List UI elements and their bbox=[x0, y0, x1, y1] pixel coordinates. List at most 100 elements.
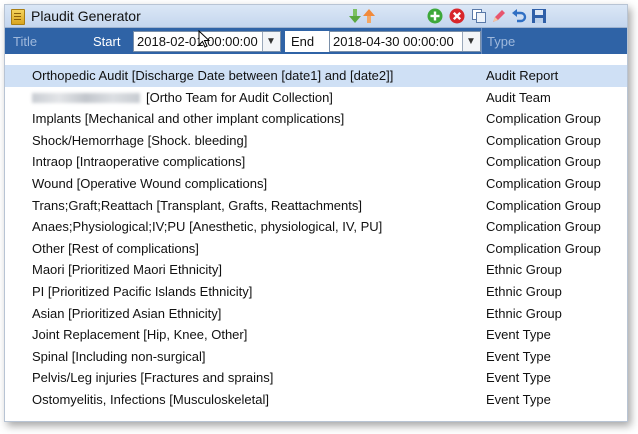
list-item[interactable]: Wound [Operative Wound complications] Com… bbox=[5, 173, 627, 195]
item-name: Anaes;Physiological;IV;PU bbox=[32, 219, 186, 235]
item-name: Pelvis/Leg injuries bbox=[32, 370, 137, 386]
item-type: Ethnic Group bbox=[486, 262, 562, 278]
item-type: Event Type bbox=[486, 370, 551, 386]
item-name: Trans;Graft;Reattach bbox=[32, 197, 153, 213]
item-name: Implants bbox=[32, 111, 82, 127]
window-title: Plaudit Generator bbox=[31, 8, 141, 24]
list-item[interactable]: Joint Replacement [Hip, Knee, Other] Even… bbox=[5, 324, 627, 346]
item-name: Maori bbox=[32, 262, 65, 278]
end-label-area: End bbox=[285, 31, 329, 52]
start-date-dropdown[interactable]: ▼ bbox=[262, 32, 280, 51]
delete-icon[interactable] bbox=[449, 8, 465, 24]
end-date-value[interactable]: 2018-04-30 00:00:00 bbox=[333, 34, 454, 49]
item-description: [Anesthetic, physiological, IV, PU] bbox=[189, 219, 383, 235]
item-description: [Hip, Knee, Other] bbox=[143, 327, 248, 343]
item-title: Orthopedic Audit [Discharge Date between… bbox=[32, 68, 393, 83]
item-description: [Fractures and sprains] bbox=[140, 370, 274, 386]
item-title: Other [Rest of complications] bbox=[32, 241, 199, 256]
item-description: [Transplant, Grafts, Reattachments] bbox=[156, 197, 362, 213]
end-date-dropdown[interactable]: ▼ bbox=[462, 32, 480, 51]
item-type: Event Type bbox=[486, 327, 551, 343]
item-type: Audit Report bbox=[486, 68, 559, 83]
chevron-down-icon: ▼ bbox=[466, 36, 476, 47]
item-title: Implants [Mechanical and other implant c… bbox=[32, 111, 344, 126]
item-description: [Intraoperative complications] bbox=[76, 154, 246, 170]
start-label: Start bbox=[93, 34, 121, 49]
item-title: Pelvis/Leg injuries [Fractures and sprai… bbox=[32, 370, 273, 385]
item-description: [Rest of complications] bbox=[68, 240, 199, 256]
column-divider[interactable] bbox=[481, 28, 482, 54]
item-name: Other bbox=[32, 240, 65, 256]
list-item[interactable]: Orthopedic Audit [Discharge Date between… bbox=[5, 65, 627, 87]
item-name: Spinal bbox=[32, 348, 69, 364]
edit-icon[interactable] bbox=[491, 8, 507, 24]
item-name: Ostomyelitis, Infections bbox=[32, 392, 166, 407]
item-type: Complication Group bbox=[486, 240, 601, 256]
list-item[interactable]: Pelvis/Leg injuries [Fractures and sprai… bbox=[5, 367, 627, 389]
redacted-name bbox=[32, 93, 140, 104]
item-name: Orthopedic Audit bbox=[32, 68, 129, 83]
list-item[interactable]: Shock/Hemorrhage [Shock. bleeding] Compli… bbox=[5, 130, 627, 152]
list-item[interactable]: Other [Rest of complications] Complicatio… bbox=[5, 238, 627, 260]
add-icon[interactable] bbox=[427, 8, 443, 24]
item-title: Ostomyelitis, Infections [Musculoskeleta… bbox=[32, 392, 269, 407]
item-description: [Discharge Date between [date1] and [dat… bbox=[131, 68, 394, 83]
end-label: End bbox=[291, 34, 315, 49]
app-window: Plaudit Generator Title Start 2018-02-01… bbox=[4, 4, 628, 422]
list-item[interactable]: [Ortho Team for Audit Collection] Audit T… bbox=[5, 87, 627, 109]
title-column-header[interactable]: Title bbox=[13, 34, 37, 49]
list-item[interactable]: Asian [Prioritized Asian Ethnicity] Ethni… bbox=[5, 303, 627, 325]
chevron-down-icon: ▼ bbox=[266, 36, 276, 47]
title-bar: Plaudit Generator bbox=[5, 5, 627, 28]
item-description: [Prioritized Pacific Islands Ethnicity] bbox=[47, 284, 253, 299]
list-item[interactable]: Spinal [Including non-surgical] Event Typ… bbox=[5, 346, 627, 368]
list-item[interactable]: Trans;Graft;Reattach [Transplant, Grafts… bbox=[5, 195, 627, 217]
item-name: PI bbox=[32, 284, 45, 299]
item-type: Ethnic Group bbox=[486, 305, 562, 321]
item-type: Complication Group bbox=[486, 132, 601, 148]
item-title: Trans;Graft;Reattach [Transplant, Grafts… bbox=[32, 198, 362, 213]
item-type: Event Type bbox=[486, 348, 551, 364]
list-item[interactable]: Anaes;Physiological;IV;PU [Anesthetic, p… bbox=[5, 216, 627, 238]
item-title: Joint Replacement [Hip, Knee, Other] bbox=[32, 327, 247, 342]
item-title: Intraop [Intraoperative complications] bbox=[32, 154, 245, 169]
item-description: [Mechanical and other implant complicati… bbox=[84, 111, 345, 127]
item-title: Maori [Prioritized Maori Ethnicity] bbox=[32, 262, 222, 277]
item-name: Joint Replacement bbox=[32, 327, 140, 343]
item-name: Shock/Hemorrhage bbox=[32, 132, 144, 148]
item-name: Wound bbox=[32, 176, 73, 191]
item-description: [Shock. bleeding] bbox=[147, 132, 248, 148]
list-item[interactable]: Ostomyelitis, Infections [Musculoskeleta… bbox=[5, 389, 627, 411]
item-description: [Prioritized Maori Ethnicity] bbox=[68, 262, 223, 278]
move-up-icon[interactable] bbox=[361, 8, 377, 24]
list-item[interactable]: PI [Prioritized Pacific Islands Ethnicit… bbox=[5, 281, 627, 303]
item-title: Wound [Operative Wound complications] bbox=[32, 176, 267, 191]
undo-icon[interactable] bbox=[511, 8, 527, 24]
item-title: PI [Prioritized Pacific Islands Ethnicit… bbox=[32, 284, 252, 299]
item-title: Spinal [Including non-surgical] bbox=[32, 349, 205, 364]
item-title: Shock/Hemorrhage [Shock. bleeding] bbox=[32, 133, 247, 148]
end-date-picker[interactable]: 2018-04-30 00:00:00 ▼ bbox=[329, 31, 481, 52]
item-type: Complication Group bbox=[486, 111, 601, 127]
type-column-header[interactable]: Type bbox=[487, 34, 515, 49]
list-item[interactable]: Implants [Mechanical and other implant c… bbox=[5, 108, 627, 130]
item-title: Asian [Prioritized Asian Ethnicity] bbox=[32, 306, 221, 321]
item-description: [Ortho Team for Audit Collection] bbox=[146, 89, 333, 105]
mouse-cursor-icon bbox=[198, 30, 211, 48]
filter-header-bar: Title Start 2018-02-01 00:00:00 ▼ End 20… bbox=[5, 28, 627, 54]
item-title: Anaes;Physiological;IV;PU [Anesthetic, p… bbox=[32, 219, 382, 234]
list-item[interactable]: Maori [Prioritized Maori Ethnicity] Ethni… bbox=[5, 259, 627, 281]
copy-icon[interactable] bbox=[471, 8, 487, 24]
item-type: Complication Group bbox=[486, 176, 601, 191]
item-description: [Prioritized Asian Ethnicity] bbox=[68, 305, 222, 321]
item-type: Event Type bbox=[486, 392, 551, 407]
item-type: Complication Group bbox=[486, 154, 601, 170]
save-icon[interactable] bbox=[531, 8, 547, 24]
item-type: Ethnic Group bbox=[486, 284, 562, 299]
item-description: [Operative Wound complications] bbox=[76, 176, 268, 191]
app-icon bbox=[11, 9, 25, 25]
item-type: Complication Group bbox=[486, 197, 601, 213]
item-description: [Musculoskeletal] bbox=[169, 392, 269, 407]
item-name: Asian bbox=[32, 305, 65, 321]
list-item[interactable]: Intraop [Intraoperative complications] Co… bbox=[5, 151, 627, 173]
